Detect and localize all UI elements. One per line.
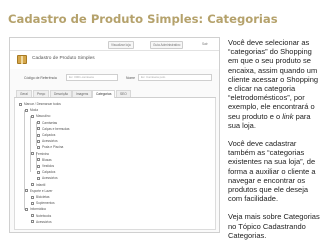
category-checkbox[interactable] — [37, 158, 40, 162]
category-checkbox[interactable] — [31, 214, 34, 218]
category-label: Feminino — [36, 151, 50, 156]
paragraph-store-categories: Você deve cadastrar também as “categoria… — [228, 139, 316, 204]
category-label: Acessórios — [42, 176, 58, 181]
category-checkbox[interactable] — [25, 208, 28, 212]
category-tree-item[interactable]: Suplementos — [31, 200, 55, 206]
category-checkbox[interactable] — [37, 121, 40, 125]
category-label: Calças e bermudas — [42, 126, 70, 131]
page-header: Cadastro de Produto Simples — [10, 51, 219, 69]
category-tree-item[interactable]: Informática — [25, 206, 46, 212]
category-checkbox[interactable] — [31, 183, 34, 187]
category-label: Infantil — [36, 182, 46, 187]
category-tree-panel: Marcar / Desmarcar todos Moda Masculino Cam… — [14, 98, 216, 230]
category-label: Masculino — [36, 114, 51, 119]
paragraph-text: Você deve selecionar as “categorias” do … — [228, 38, 319, 121]
category-label: Acessórios — [36, 219, 52, 224]
category-tree-item[interactable]: Esporte e Lazer — [25, 188, 53, 194]
category-checkbox[interactable] — [31, 220, 34, 224]
link-term: link — [282, 111, 294, 121]
paragraph-categories-shopping: Você deve selecionar as “categorias” do … — [228, 38, 320, 130]
category-tree-item[interactable]: Vestidos — [37, 163, 54, 169]
category-checkbox[interactable] — [31, 195, 34, 199]
product-tabs: Geral Preço Descrição Imagens Categorias… — [14, 89, 216, 98]
category-label: Bicicletas — [36, 195, 50, 199]
category-tree-item[interactable]: Bicicletas — [31, 194, 49, 200]
category-checkbox[interactable] — [31, 201, 34, 205]
category-label: Acessórios — [42, 139, 58, 144]
category-checkbox[interactable] — [37, 146, 40, 150]
category-label: Calçados — [42, 133, 56, 137]
category-label: Blusas — [42, 157, 52, 162]
category-checkbox[interactable] — [37, 170, 40, 174]
category-tree-item[interactable]: Acessórios — [37, 175, 58, 181]
category-checkbox[interactable] — [31, 115, 34, 119]
category-tree-item[interactable]: Acessórios — [37, 138, 58, 144]
category-label: Vestidos — [42, 164, 55, 168]
category-checkbox[interactable] — [31, 152, 34, 156]
tab-categorias[interactable]: Categorias — [92, 90, 116, 98]
category-tree-item[interactable]: Masculino — [31, 113, 50, 119]
category-label: Esporte e Lazer — [30, 188, 53, 193]
category-tree-item[interactable]: Notebooks — [31, 213, 51, 219]
logout-link[interactable]: Sair — [202, 41, 208, 47]
category-checkbox[interactable] — [37, 133, 40, 137]
tab-preco[interactable]: Preço — [33, 90, 50, 97]
category-checkbox[interactable] — [25, 108, 28, 112]
explanation-text: Você deve selecionar as “categorias” do … — [228, 38, 320, 240]
category-label: Suplementos — [36, 201, 55, 206]
product-box-icon — [17, 55, 27, 64]
tree-guide — [24, 110, 25, 210]
tree-guide — [30, 116, 31, 172]
category-checkbox[interactable] — [37, 177, 40, 181]
paragraph-see-more: Veja mais sobre Categorias no Tópico Cad… — [228, 212, 320, 240]
category-label: Calçados — [42, 170, 56, 175]
slide-title-bar: Cadastro de Produto Simples: Categorias — [0, 0, 320, 32]
slide-title: Cadastro de Produto Simples: Categorias — [8, 12, 278, 26]
category-label: Notebooks — [36, 213, 52, 218]
category-tree-item[interactable]: Marcar / Desmarcar todos — [19, 101, 61, 107]
page-title: Cadastro de Produto Simples — [32, 56, 95, 61]
admin-screenshot: Visualizar loja Guia Administrativo Sair… — [9, 37, 220, 233]
tab-imagens[interactable]: Imagens — [72, 90, 93, 97]
category-tree-item[interactable]: Calçados — [37, 132, 55, 138]
category-tree-item[interactable]: Acessórios — [31, 219, 52, 225]
tab-seo[interactable]: SEO — [116, 90, 131, 97]
reference-code-label: Código de Referência — [24, 76, 57, 80]
reference-code-input[interactable]: Ex: 0001-camiseta — [66, 74, 118, 81]
name-label: Nome — [126, 76, 136, 80]
view-store-button[interactable]: Visualizar loja — [108, 41, 134, 49]
category-label: Informática — [30, 207, 46, 212]
tab-descricao[interactable]: Descrição — [50, 90, 73, 97]
name-input[interactable]: Ex: Camiseta polo — [138, 74, 212, 81]
category-label: Marcar / Desmarcar todos — [24, 102, 61, 106]
category-label: Moda — [30, 108, 38, 113]
category-label: Praia e Piscina — [42, 145, 64, 150]
category-tree-item[interactable]: Camisetas — [37, 120, 57, 126]
category-label: Camisetas — [42, 120, 58, 125]
category-tree-item[interactable]: Infantil — [31, 182, 45, 188]
category-checkbox[interactable] — [37, 127, 40, 131]
category-tree-item[interactable]: Feminino — [31, 151, 49, 157]
category-checkbox[interactable] — [19, 102, 22, 106]
admin-topbar: Visualizar loja Guia Administrativo Sair — [10, 38, 219, 51]
category-tree-item[interactable]: Calçados — [37, 169, 55, 175]
admin-guide-button[interactable]: Guia Administrativo — [150, 41, 184, 49]
category-tree-item[interactable]: Moda — [25, 107, 38, 113]
category-checkbox[interactable] — [37, 164, 40, 168]
category-tree-item[interactable]: Praia e Piscina — [37, 144, 63, 150]
category-checkbox[interactable] — [37, 139, 40, 143]
tab-geral[interactable]: Geral — [16, 90, 32, 97]
category-tree-item[interactable]: Blusas — [37, 157, 52, 163]
product-form-row: Código de Referência Ex: 0001-camiseta N… — [10, 71, 219, 87]
category-tree-item[interactable]: Calças e bermudas — [37, 126, 69, 132]
category-checkbox[interactable] — [25, 189, 28, 193]
